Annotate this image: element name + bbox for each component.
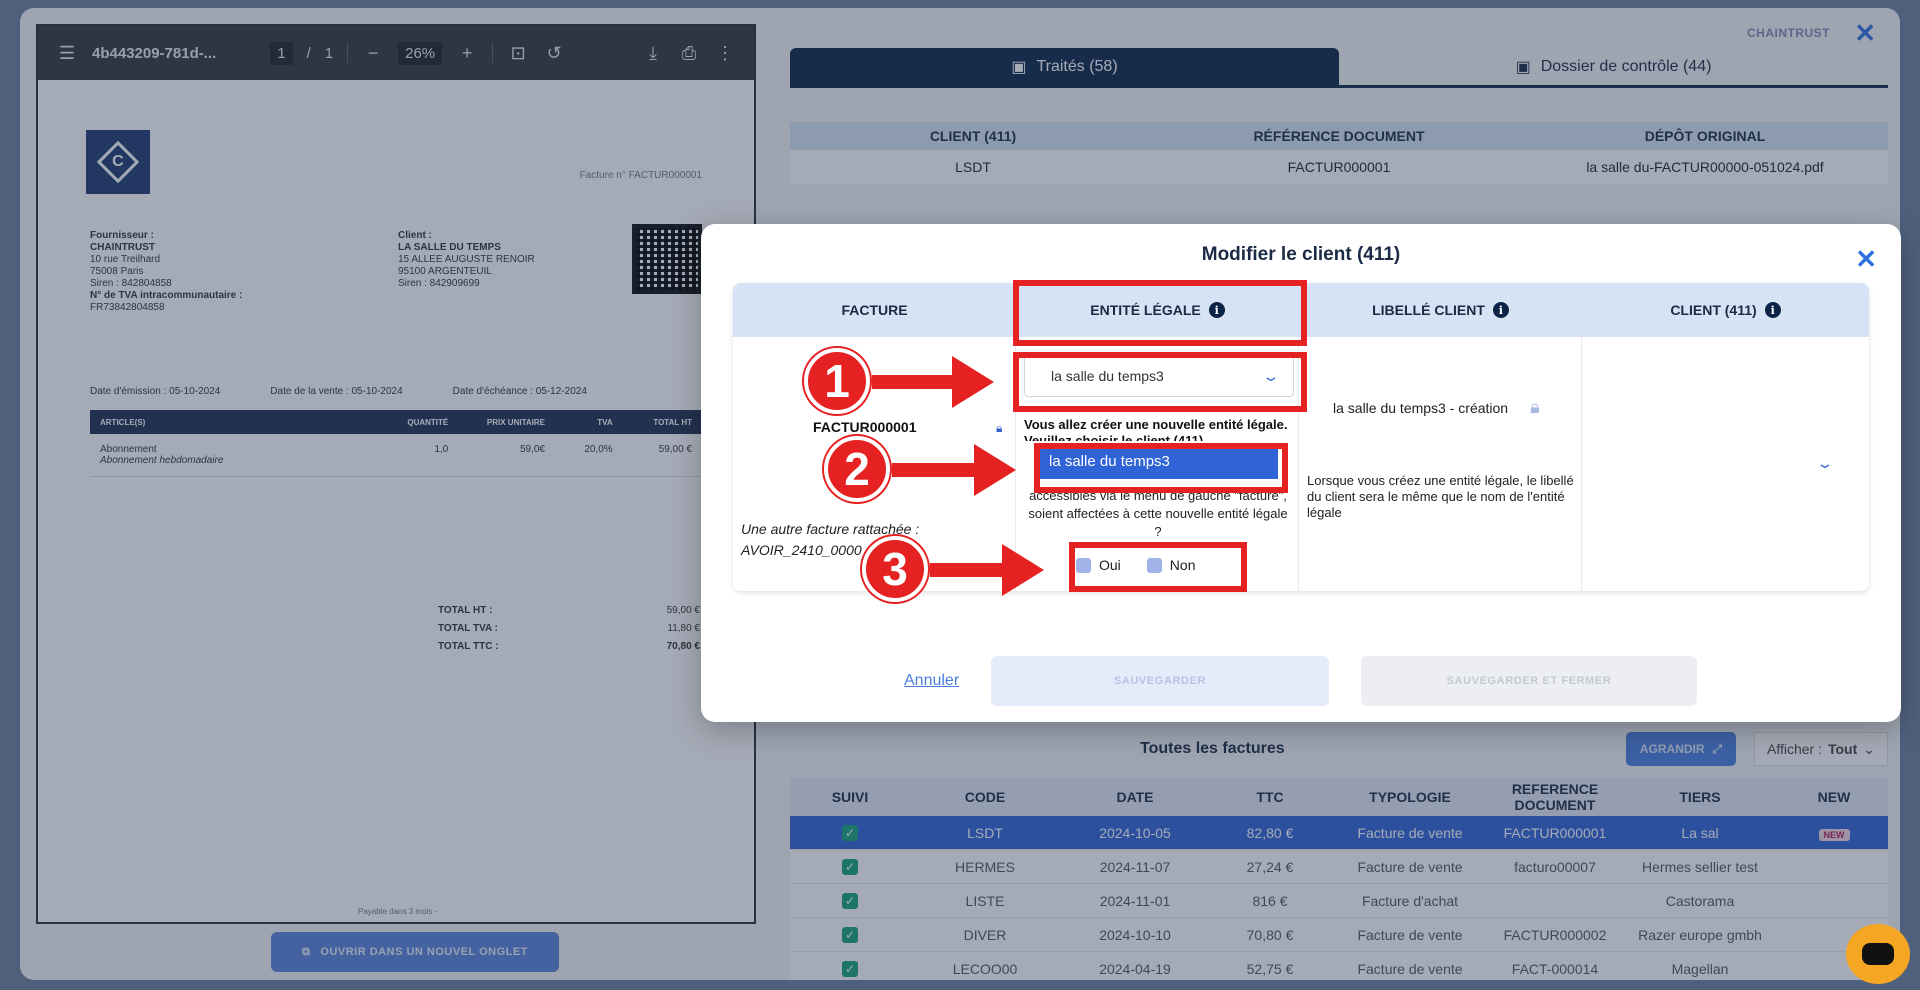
lock-icon: 🔒︎ <box>1530 397 1540 417</box>
annotation-arrow-2 <box>892 444 1016 496</box>
info-icon[interactable]: i <box>1764 302 1781 318</box>
highlight-radios <box>1069 542 1247 592</box>
close-icon[interactable]: ✕ <box>1855 244 1877 275</box>
info-icon[interactable]: i <box>1492 302 1509 318</box>
header-libelle-client: LIBELLÉ CLIENT i <box>1299 283 1582 337</box>
highlight-dropdown-option <box>1034 443 1288 493</box>
client-411-cell[interactable]: ⌄ <box>1582 337 1869 591</box>
assign-question: accessibles via le menu de gauche "factu… <box>1028 488 1288 539</box>
annotation-arrow-3 <box>930 544 1044 596</box>
facture-code: FACTUR000001 <box>813 419 917 435</box>
header-facture: FACTURE <box>841 302 908 318</box>
chat-icon <box>1862 943 1894 965</box>
lock-icon: 🔒︎ <box>996 421 1003 435</box>
chevron-down-icon[interactable]: ⌄ <box>1816 455 1835 472</box>
cancel-link[interactable]: Annuler <box>904 672 959 690</box>
chat-support-button[interactable] <box>1846 924 1910 984</box>
save-button[interactable]: SAUVEGARDER <box>991 656 1329 706</box>
modal-title: Modifier le client (411) <box>1201 244 1401 265</box>
highlight-entity-select <box>1013 352 1307 412</box>
annotation-number-1: 1 <box>804 348 870 414</box>
libelle-note: Lorsque vous créez une entité légale, le… <box>1307 473 1574 520</box>
libelle-client-cell: la salle du temps3 - création 🔒︎ Lorsque… <box>1299 337 1582 591</box>
annotation-number-2: 2 <box>824 436 890 502</box>
new-entity-warning: Vous allez créer une nouvelle entité lég… <box>1024 417 1288 441</box>
libelle-value: la salle du temps3 - création 🔒︎ <box>1333 397 1540 417</box>
annotation-arrow-1 <box>872 356 994 408</box>
annotation-number-3: 3 <box>862 536 928 602</box>
highlight-entite-header <box>1013 280 1307 346</box>
header-client-411: CLIENT (411) i <box>1582 283 1869 337</box>
save-and-close-button[interactable]: SAUVEGARDER ET FERMER <box>1361 656 1697 706</box>
